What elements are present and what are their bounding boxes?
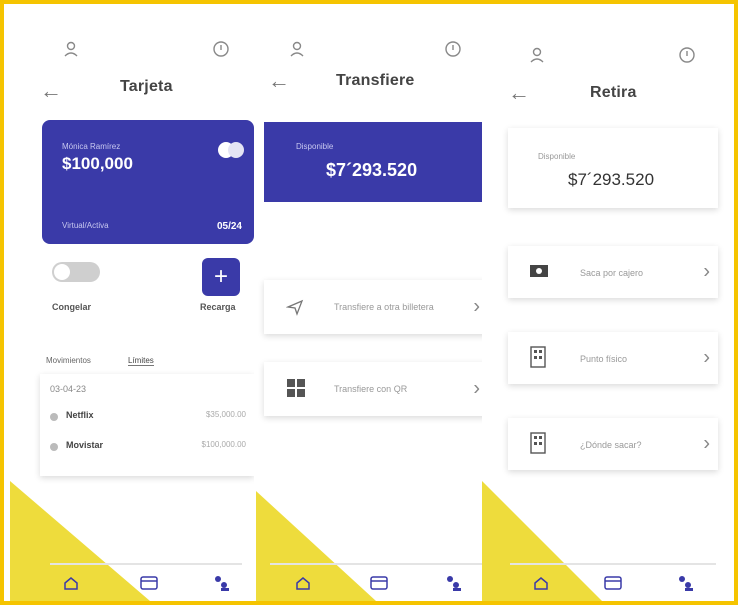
card-screen: ← Tarjeta Mónica Ramírez $100,000 Virtua… [10,4,254,601]
available-label: Disponible [296,142,334,151]
user-icon[interactable] [526,44,548,66]
tab-limits[interactable]: Límites [128,356,154,366]
freeze-toggle[interactable] [52,262,100,282]
balance-amount: $7´293.520 [568,170,655,189]
back-arrow-icon[interactable]: ← [508,80,530,106]
building-icon [530,432,546,459]
balance-card: Disponible $7´293.520 [508,128,718,208]
movement-name: Netflix [66,410,94,420]
movement-amount: $100,000.00 [201,440,247,449]
physical-point-option[interactable]: Punto físico › [508,332,718,384]
chevron-right-icon: › [703,260,710,283]
transfer-wallet-option[interactable]: Transfiere a otra billetera › [264,280,488,334]
transfer-qr-option[interactable]: Transfiere con QR › [264,362,488,416]
back-arrow-icon[interactable]: ← [268,68,290,94]
home-icon[interactable] [60,573,82,593]
transfer-users-icon[interactable] [442,573,464,593]
transfer-users-icon[interactable] [674,573,696,593]
qr-icon [286,378,306,403]
card-icon[interactable] [368,573,390,593]
help-icon[interactable] [442,38,464,60]
movement-amount: $35,000.00 [205,410,246,419]
transfer-screen: ← Transfiere Disponible $7´293.520 Trans… [256,4,488,601]
page-title: Retira [590,84,637,101]
home-icon[interactable] [530,573,552,593]
back-arrow-icon[interactable]: ← [40,78,62,104]
card-amount: $100,000 [62,154,133,173]
chevron-right-icon: › [703,346,710,369]
help-icon[interactable] [676,44,698,66]
building-icon [530,346,546,373]
recharge-label: Recarga [200,302,236,312]
user-icon[interactable] [286,38,308,60]
bottom-nav [510,563,716,601]
card-icon[interactable] [602,573,624,593]
option-label: Saca por cajero [580,268,644,278]
dot-icon [50,413,58,421]
available-label: Disponible [538,152,576,161]
where-to-withdraw-option[interactable]: ¿Dónde sacar? › [508,418,718,470]
list-item[interactable]: Netflix $35,000.00 [50,410,246,426]
option-label: Punto físico [580,354,628,364]
transfer-users-icon[interactable] [210,573,232,593]
virtual-card[interactable]: Mónica Ramírez $100,000 Virtual/Activa 0… [42,120,254,244]
card-status: Virtual/Activa [62,221,109,230]
option-label: Transfiere a otra billetera [334,302,434,312]
chevron-right-icon: › [703,432,710,455]
page-title: Transfiere [336,72,415,89]
recharge-button[interactable]: + [202,258,240,296]
list-item[interactable]: Movistar $100,000.00 [50,440,246,456]
chevron-right-icon: › [473,295,480,318]
cash-icon [530,264,548,282]
balance-amount: $7´293.520 [326,160,418,180]
send-icon [285,298,304,321]
card-brand-icon [218,142,244,158]
withdraw-screen: ← Retira Disponible $7´293.520 Saca por … [482,4,726,601]
card-holder: Mónica Ramírez [62,142,121,151]
card-expiry: 05/24 [216,221,242,232]
app-frame: ← Tarjeta Mónica Ramírez $100,000 Virtua… [4,4,734,601]
user-icon[interactable] [60,38,82,60]
help-icon[interactable] [210,38,232,60]
balance-banner: Disponible $7´293.520 [264,122,488,202]
toggle-knob [54,264,70,280]
cash-withdraw-option[interactable]: Saca por cajero › [508,246,718,298]
movements-date: 03-04-23 [50,384,87,394]
option-label: Transfiere con QR [334,384,408,394]
bottom-nav [50,563,242,601]
movements-list: 03-04-23 Netflix $35,000.00 Movistar $10… [40,374,254,476]
card-icon[interactable] [138,573,160,593]
movement-name: Movistar [66,440,104,450]
tab-movements[interactable]: Movimientos [46,356,91,365]
option-label: ¿Dónde sacar? [580,440,642,450]
home-icon[interactable] [292,573,314,593]
chevron-right-icon: › [473,377,480,400]
freeze-label: Congelar [52,302,92,312]
dot-icon [50,443,58,451]
plus-icon: + [213,263,228,290]
page-title: Tarjeta [120,78,173,95]
bottom-nav [270,563,484,601]
